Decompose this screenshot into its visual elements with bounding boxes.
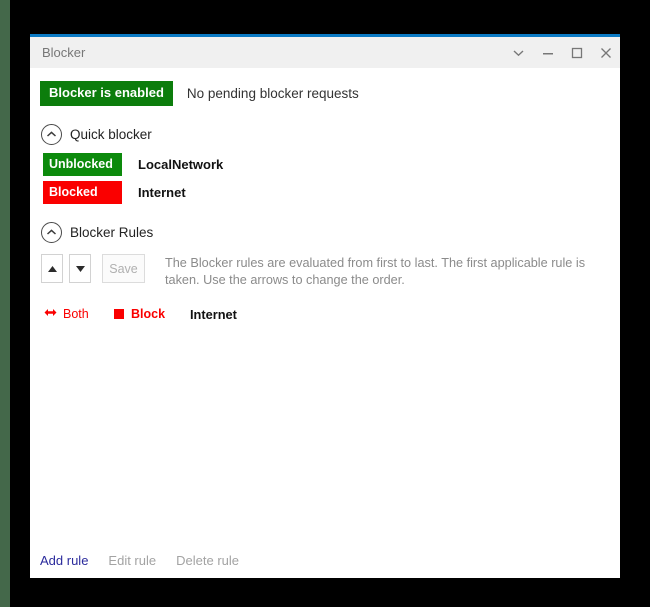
rule-direction: Both	[44, 305, 114, 323]
quick-entry-name: LocalNetwork	[138, 157, 224, 172]
blocker-window: Blocker Blocker is enabled No pending bl…	[30, 34, 620, 578]
rule-action-label: Block	[131, 307, 166, 321]
edit-rule-link[interactable]: Edit rule	[108, 553, 156, 568]
delete-rule-link[interactable]: Delete rule	[176, 553, 239, 568]
rules-toolbar: Save The Blocker rules are evaluated fro…	[30, 254, 620, 289]
pending-requests-text: No pending blocker requests	[186, 86, 359, 101]
footer-actions: Add rule Edit rule Delete rule	[30, 553, 259, 568]
quick-state-badge[interactable]: Unblocked	[43, 153, 122, 176]
chevron-up-circle-icon[interactable]	[41, 124, 62, 145]
close-icon[interactable]	[591, 37, 620, 68]
status-badge[interactable]: Blocker is enabled	[40, 81, 173, 106]
quick-blocker-list: Unblocked LocalNetwork Blocked Internet	[30, 153, 620, 204]
minimize-icon[interactable]	[533, 37, 562, 68]
window-title: Blocker	[42, 45, 86, 60]
list-item[interactable]: Blocked Internet	[30, 181, 620, 204]
list-item[interactable]: Unblocked LocalNetwork	[30, 153, 620, 176]
rules-description: The Blocker rules are evaluated from fir…	[165, 256, 586, 287]
chevron-up-circle-icon[interactable]	[41, 222, 62, 243]
quick-entry-name: Internet	[138, 185, 186, 200]
add-rule-link[interactable]: Add rule	[40, 553, 88, 568]
window-content: Blocker is enabled No pending blocker re…	[30, 68, 620, 578]
chevron-down-icon[interactable]	[504, 37, 533, 68]
table-row[interactable]: Both Block Internet	[30, 305, 620, 323]
quick-blocker-title: Quick blocker	[70, 127, 152, 142]
status-row: Blocker is enabled No pending blocker re…	[30, 68, 620, 106]
move-rule-up-button[interactable]	[41, 254, 63, 283]
maximize-icon[interactable]	[562, 37, 591, 68]
rule-target-label: Internet	[190, 306, 237, 322]
blocker-rules-title: Blocker Rules	[70, 225, 154, 240]
blocker-rules-header[interactable]: Blocker Rules	[30, 222, 620, 243]
rule-direction-label: Both	[63, 307, 89, 321]
quick-blocker-header[interactable]: Quick blocker	[30, 124, 620, 145]
quick-state-badge[interactable]: Blocked	[43, 181, 122, 204]
window-controls	[504, 37, 620, 68]
move-rule-down-button[interactable]	[69, 254, 91, 283]
rule-action: Block	[114, 307, 190, 321]
left-right-arrow-icon	[44, 305, 57, 323]
desktop-left-strip	[0, 0, 10, 607]
red-square-icon	[114, 309, 124, 319]
save-button[interactable]: Save	[102, 254, 145, 283]
window-titlebar: Blocker	[30, 37, 620, 68]
